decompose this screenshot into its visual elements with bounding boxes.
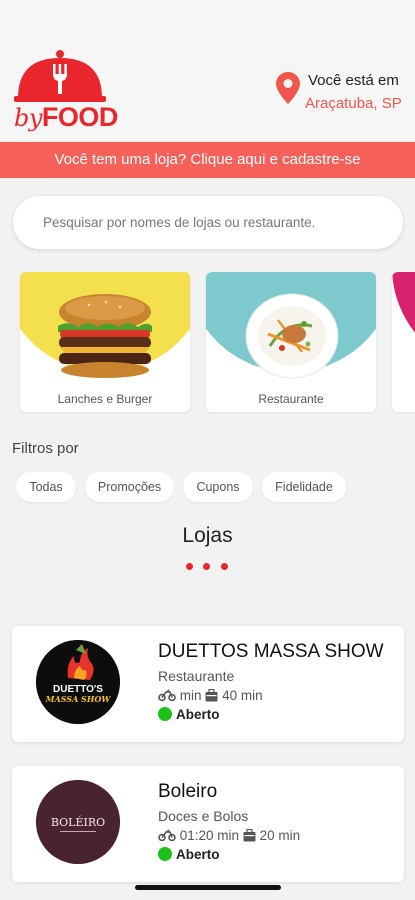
duettos-logo-image: DUETTO'S MASSA SHOW [36, 640, 120, 724]
filter-chip-promocoes[interactable]: Promoções [85, 472, 174, 502]
stores-section-title: Lojas [182, 524, 233, 547]
category-label: Restaurante [258, 392, 324, 406]
status-open-icon [158, 707, 172, 721]
register-store-banner[interactable]: Você tem uma loja? Clique aqui e cadastr… [0, 142, 415, 178]
category-card-partial[interactable] [392, 272, 415, 412]
burger-image [58, 294, 152, 378]
dot [221, 563, 228, 570]
store-card[interactable]: DUETTO'S MASSA SHOW DUETTOS MASSA SHOW R… [12, 626, 404, 742]
store-status: Aberto [158, 847, 220, 862]
filter-chip-todas[interactable]: Todas [16, 472, 76, 502]
location-city[interactable]: Araçatuba, SP [305, 95, 402, 112]
category-card-burger[interactable]: Lanches e Burger [20, 272, 190, 412]
massa-show-logo-text: MASSA SHOW [45, 694, 112, 704]
filter-chip-fidelidade[interactable]: Fidelidade [262, 472, 346, 502]
location-label: Você está em [308, 72, 399, 89]
category-accent-shape [392, 272, 415, 372]
motorcycle-icon [158, 829, 176, 842]
dot [186, 563, 193, 570]
pickup-time: 40 min [222, 687, 263, 703]
store-times: min 40 min [158, 687, 263, 705]
boleiro-logo-image: BOLÉIRO [36, 780, 120, 864]
motorcycle-icon [158, 689, 176, 702]
store-times: 01:20 min 20 min [158, 827, 300, 845]
store-status: Aberto [158, 707, 220, 722]
logo-wordmark: byFOOD [14, 102, 118, 133]
delivery-time: 01:20 min [179, 827, 240, 843]
filters-title: Filtros por [12, 440, 79, 457]
loading-dots [185, 563, 235, 573]
filter-chip-cupons[interactable]: Cupons [183, 472, 253, 502]
store-name: DUETTOS MASSA SHOW [158, 641, 384, 662]
store-pickup-icon [243, 828, 256, 842]
status-label: Aberto [176, 847, 220, 862]
category-card-restaurant[interactable]: Restaurante [206, 272, 376, 412]
delivery-time: min [179, 687, 202, 703]
logo-by: by [14, 104, 42, 132]
status-open-icon [158, 847, 172, 861]
store-category: Restaurante [158, 668, 235, 684]
cloche-logo-icon [14, 50, 106, 102]
pickup-time: 20 min [259, 827, 301, 843]
store-name: Boleiro [158, 781, 218, 802]
home-indicator[interactable] [135, 885, 281, 890]
logo-food: FOOD [41, 102, 119, 132]
store-category: Doces e Bolos [158, 808, 249, 824]
search-bar[interactable] [13, 196, 403, 249]
store-logo: BOLÉIRO [36, 780, 120, 864]
header: byFOOD Você está em Araçatuba, SP [0, 0, 415, 142]
store-card[interactable]: BOLÉIRO Boleiro Doces e Bolos 01:20 min … [12, 766, 404, 882]
dot [203, 563, 210, 570]
category-carousel[interactable]: Lanches e Burger Restaurante [0, 272, 415, 414]
boleiro-logo-text: BOLÉIRO [51, 815, 105, 829]
search-input[interactable] [13, 196, 403, 249]
location-selector[interactable]: Você está em Araçatuba, SP [276, 70, 412, 116]
byfood-logo[interactable]: byFOOD [14, 50, 118, 132]
store-pickup-icon [205, 688, 218, 702]
plate-image [245, 293, 339, 379]
map-pin-icon [276, 72, 300, 104]
status-label: Aberto [176, 707, 220, 722]
category-label: Lanches e Burger [57, 392, 153, 406]
store-logo: DUETTO'S MASSA SHOW [36, 640, 120, 724]
